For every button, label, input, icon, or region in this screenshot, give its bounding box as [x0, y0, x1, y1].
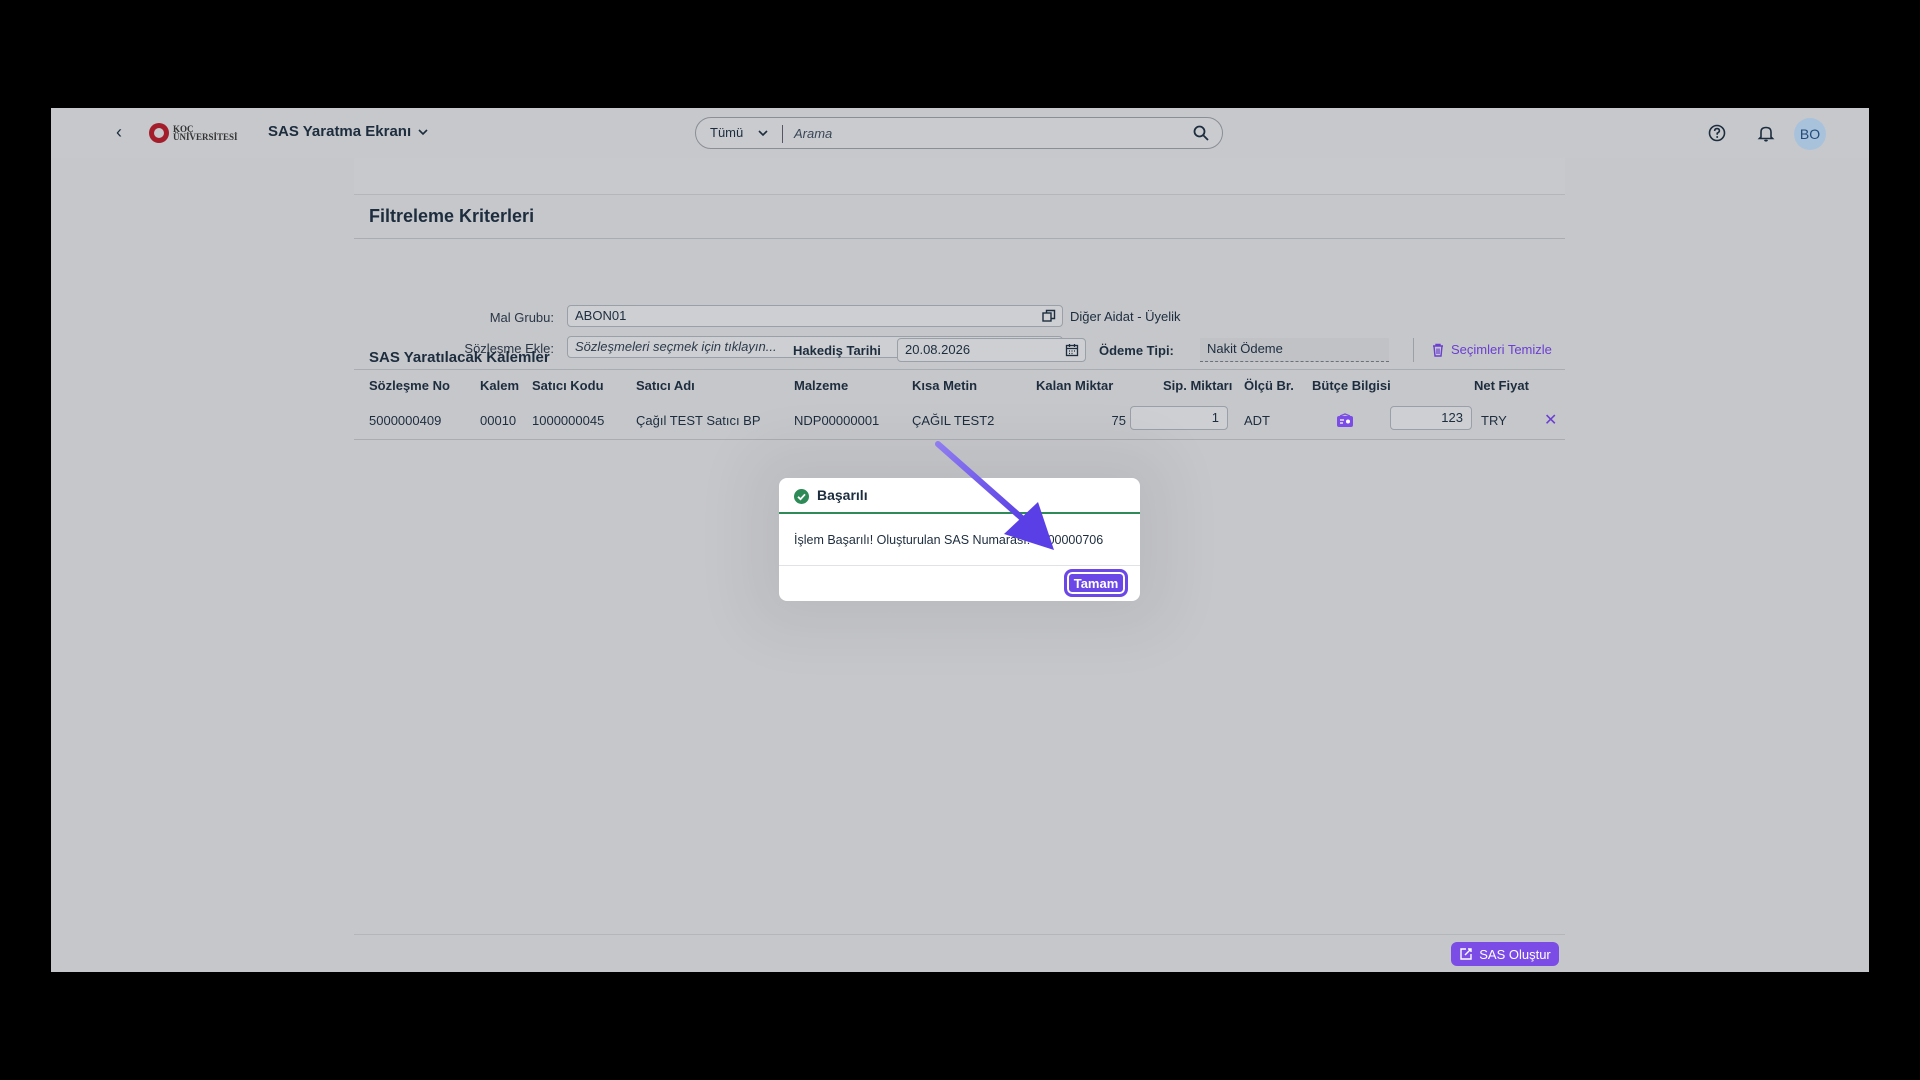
- annotation-arrow-icon: [935, 441, 1054, 550]
- filter-section-title: Filtreleme Kriterleri: [369, 206, 535, 226]
- odeme-tipi-label: Ödeme Tipi:: [1099, 343, 1174, 358]
- column-header-satici-kodu[interactable]: Satıcı Kodu: [532, 378, 604, 393]
- value-help-icon[interactable]: [1042, 309, 1056, 323]
- cell-olcu-br: ADT: [1244, 413, 1270, 428]
- cell-kisa-metin: ÇAĞIL TEST2: [912, 413, 995, 428]
- success-check-icon: [794, 489, 809, 504]
- mal-grubu-value: ABON01: [575, 308, 627, 323]
- cell-kalan-miktar: 75: [1111, 413, 1126, 428]
- create-icon: [1460, 948, 1472, 960]
- net-fiyat-input[interactable]: 123: [1390, 406, 1472, 430]
- sip-miktari-input[interactable]: 1: [1130, 406, 1228, 430]
- trash-icon: [1433, 343, 1443, 357]
- column-header-sip-miktari[interactable]: Sip. Miktarı: [1163, 378, 1232, 393]
- hakedis-tarihi-value: 20.08.2026: [905, 342, 971, 357]
- cell-sozlesme-no: 5000000409: [369, 413, 442, 428]
- search-bar[interactable]: Tümü Arama: [695, 117, 1223, 149]
- create-sas-label: SAS Oluştur: [1479, 946, 1551, 962]
- hakedis-tarihi-date-picker[interactable]: 20.08.2026: [897, 338, 1086, 362]
- cell-currency: TRY: [1481, 413, 1507, 428]
- search-scope-select[interactable]: Tümü: [710, 125, 769, 140]
- search-divider: [782, 125, 783, 143]
- shell-header: ‹ KOÇ ÜNİVERSİTESİ SAS Yaratma Ekranı Tü…: [51, 108, 1869, 158]
- chevron-down-icon: [418, 128, 428, 135]
- avatar[interactable]: BO: [1794, 118, 1826, 150]
- create-sas-button[interactable]: SAS Oluştur: [1451, 942, 1559, 966]
- app-title: SAS Yaratma Ekranı: [268, 123, 412, 140]
- ok-button[interactable]: Tamam: [1064, 569, 1128, 597]
- sozlesme-ekle-placeholder: Sözleşmeleri seçmek için tıklayın...: [575, 339, 777, 354]
- footer-divider: [354, 934, 1565, 935]
- column-header-sozlesme-no[interactable]: Sözleşme No: [369, 378, 450, 393]
- cell-satici-adi: Çağıl TEST Satıcı BP: [636, 413, 761, 428]
- logo[interactable]: KOÇ ÜNİVERSİTESİ: [149, 122, 238, 144]
- column-header-kalem[interactable]: Kalem: [480, 378, 519, 393]
- top-strip: [354, 158, 1565, 195]
- notification-bell-icon[interactable]: [1756, 123, 1776, 143]
- search-input[interactable]: Arama: [794, 126, 832, 141]
- dialog-title: Başarılı: [817, 487, 868, 503]
- budget-info-icon[interactable]: [1336, 413, 1354, 429]
- app-title-menu[interactable]: SAS Yaratma Ekranı: [268, 123, 429, 140]
- odeme-tipi-field[interactable]: Nakit Ödeme: [1200, 338, 1389, 362]
- hakedis-tarihi-label: Hakediş Tarihi: [793, 343, 881, 358]
- search-icon[interactable]: [1192, 124, 1210, 142]
- items-section-title: SAS Yaratılacak Kalemler: [369, 349, 550, 366]
- mal-grubu-field[interactable]: ABON01: [567, 305, 1063, 327]
- logo-line2: ÜNİVERSİTESİ: [173, 132, 238, 142]
- clear-selections-label: Seçimleri Temizle: [1451, 342, 1552, 357]
- column-header-olcu-br[interactable]: Ölçü Br.: [1244, 378, 1294, 393]
- column-header-malzeme[interactable]: Malzeme: [794, 378, 848, 393]
- back-icon[interactable]: ‹: [109, 122, 129, 142]
- cell-satici-kodu: 1000000045: [532, 413, 605, 428]
- chevron-down-icon: [758, 129, 768, 136]
- mal-grubu-description: Diğer Aidat - Üyelik: [1070, 309, 1181, 324]
- cell-kalem: 00010: [480, 413, 517, 428]
- column-header-net-fiyat[interactable]: Net Fiyat: [1474, 378, 1529, 393]
- help-icon[interactable]: [1707, 123, 1727, 143]
- column-header-kalan-miktar[interactable]: Kalan Miktar: [1036, 378, 1113, 393]
- calendar-icon[interactable]: [1065, 343, 1079, 357]
- search-scope-label: Tümü: [710, 125, 744, 140]
- dialog-footer-divider: [779, 565, 1140, 566]
- toolbar-separator: [1413, 338, 1414, 362]
- divider: [354, 238, 1565, 239]
- mal-grubu-label: Mal Grubu:: [489, 310, 554, 325]
- clear-selections-button[interactable]: Seçimleri Temizle: [1431, 342, 1552, 357]
- column-header-kisa-metin[interactable]: Kısa Metin: [912, 378, 977, 393]
- logo-mark-icon: [149, 123, 169, 143]
- cell-malzeme: NDP00000001: [794, 413, 880, 428]
- column-header-butce-bilgisi[interactable]: Bütçe Bilgisi: [1312, 378, 1391, 393]
- delete-row-icon[interactable]: ✕: [1544, 410, 1557, 430]
- divider: [354, 369, 1565, 370]
- column-header-satici-adi[interactable]: Satıcı Adı: [636, 378, 695, 393]
